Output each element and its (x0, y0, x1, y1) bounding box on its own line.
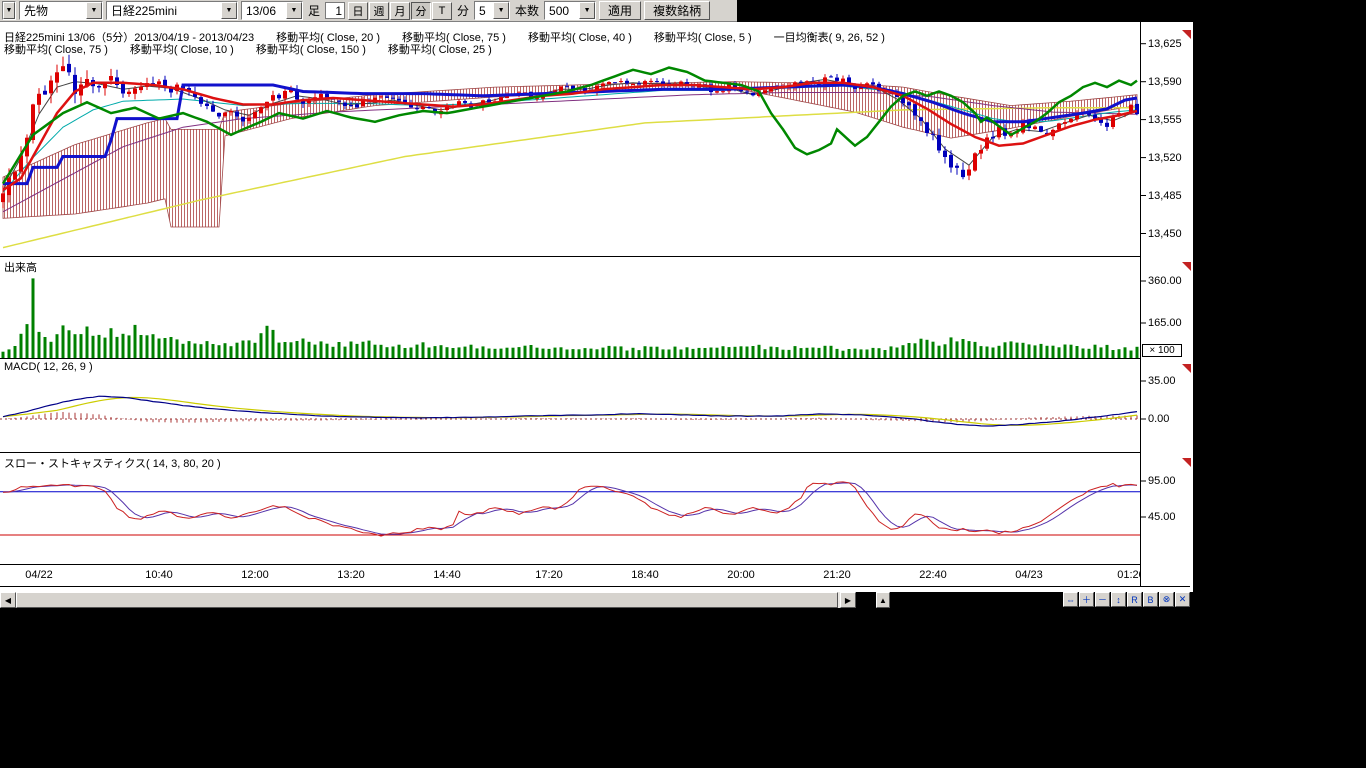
vertical-zoom-button[interactable]: ↕ (1111, 592, 1126, 607)
indicator-label: 移動平均( Close, 10 ) (130, 41, 234, 57)
bar-count-value: 500 (549, 4, 569, 18)
x-axis-label: 20:00 (727, 569, 755, 581)
bar-count-label: 本数 (513, 2, 541, 19)
left-arrow-icon: ◀ (5, 596, 11, 605)
y-axis-label: 13,625 (1148, 38, 1182, 50)
indicator-label: 移動平均( Close, 5 ) (654, 29, 752, 45)
y-axis-label: 13,520 (1148, 152, 1182, 164)
chevron-down-icon: ▼ (221, 2, 237, 19)
interval-day-button[interactable]: 日 (348, 2, 368, 20)
symbol-value: 日経225mini (111, 2, 177, 19)
x-axis-label: 14:40 (433, 569, 461, 581)
indicator-label: 移動平均( Close, 150 ) (256, 41, 366, 57)
x-axis-label: 18:40 (631, 569, 659, 581)
x-axis-label: 13:20 (337, 569, 365, 581)
scrollbar-thumb[interactable] (16, 592, 838, 608)
macd-panel-label: MACD( 12, 26, 9 ) (4, 361, 93, 373)
x-axis-label: 17:20 (535, 569, 563, 581)
y-axis-label: 95.00 (1148, 475, 1176, 487)
interval-month-button[interactable]: 月 (390, 2, 410, 20)
zoom-in-button[interactable]: ＋ (1079, 592, 1094, 607)
horizontal-scrollbar: ◀ ▶ ▲ ⇔＋－↕RB⊗✕ (0, 592, 1193, 608)
x-axis-label: 22:40 (919, 569, 947, 581)
apply-button[interactable]: 適用 (599, 1, 641, 20)
b-tool-button[interactable]: B (1143, 592, 1158, 607)
y-axis-label: 13,555 (1148, 114, 1182, 126)
y-axis-label: 13,590 (1148, 76, 1182, 88)
indicator-label: 移動平均( Close, 75 ) (4, 41, 108, 57)
category-value: 先物 (24, 2, 48, 19)
contract-value: 13/06 (246, 4, 276, 18)
close-tool-button[interactable]: ✕ (1175, 592, 1190, 607)
r-tool-button[interactable]: R (1127, 592, 1142, 607)
symbol-select[interactable]: 日経225mini ▼ (106, 1, 238, 20)
chevron-down-icon: ▼ (579, 2, 595, 19)
y-axis-label: 35.00 (1148, 375, 1176, 387)
minute-count-select[interactable]: 5 ▼ (474, 1, 510, 20)
chart-tool-buttons: ⇔＋－↕RB⊗✕ (1063, 592, 1190, 607)
y-axis-label: 13,450 (1148, 228, 1182, 240)
volume-panel-label: 出来高 (4, 259, 37, 275)
chevron-down-icon: ▼ (3, 2, 15, 19)
multi-symbol-button[interactable]: 複数銘柄 (644, 1, 710, 20)
minute-label: 分 (455, 2, 471, 19)
mark-tool-button[interactable]: ⊗ (1159, 592, 1174, 607)
interval-input[interactable] (325, 2, 345, 19)
pan-left-right-button[interactable]: ⇔ (1063, 592, 1078, 607)
indicator-label: 移動平均( Close, 40 ) (528, 29, 632, 45)
interval-week-button[interactable]: 週 (369, 2, 389, 20)
toolbar-mini-dropdown[interactable]: ▼ (2, 1, 16, 20)
x-axis-label: 10:40 (145, 569, 173, 581)
pane-up-button[interactable]: ▲ (876, 592, 890, 608)
bar-count-select[interactable]: 500 ▼ (544, 1, 596, 20)
interval-minute-button[interactable]: 分 (411, 2, 431, 20)
time-axis: 04/22 10:40 12:00 13:20 14:40 17:20 18:40 20:00… (0, 569, 1140, 583)
y-axis-label: 45.00 (1148, 511, 1176, 523)
stochastics-panel-label: スロー・ストキャスティクス( 14, 3, 80, 20 ) (4, 455, 221, 471)
chevron-down-icon: ▼ (493, 2, 509, 19)
y-axis-label: 13,485 (1148, 190, 1182, 202)
minute-count-value: 5 (479, 4, 486, 18)
interval-button-group: 日週月分T (348, 2, 452, 20)
y-axis-label: 360.00 (1148, 275, 1182, 287)
chevron-down-icon: ▼ (86, 2, 102, 19)
x-axis-label: 04/23 (1015, 569, 1043, 581)
y-axis-label: 0.00 (1148, 413, 1169, 425)
price-axis: 13,625 13,590 13,555 13,520 13,485 13,450 360.… (1141, 0, 1193, 590)
chart-canvas[interactable] (0, 0, 1193, 590)
indicator-label: 移動平均( Close, 25 ) (388, 41, 492, 57)
chart-app-window: 日経225mini 13/06（5分）2013/04/19 - 2013/04/… (0, 0, 1193, 608)
chevron-down-icon: ▼ (286, 2, 302, 19)
up-arrow-icon: ▲ (879, 596, 887, 605)
scrollbar-track[interactable] (16, 592, 840, 608)
top-toolbar: ▼ 先物 ▼ 日経225mini ▼ 13/06 ▼ 足 日週月分T 分 5 ▼… (0, 0, 737, 22)
right-arrow-icon: ▶ (845, 596, 851, 605)
chart-region: 日経225mini 13/06（5分）2013/04/19 - 2013/04/… (0, 0, 1193, 592)
zoom-out-button[interactable]: － (1095, 592, 1110, 607)
ashi-label: 足 (306, 2, 322, 19)
x-axis-label: 12:00 (241, 569, 269, 581)
chart-header-line2: 移動平均( Close, 75 ) 移動平均( Close, 10 ) 移動平均… (4, 41, 492, 57)
contract-month-select[interactable]: 13/06 ▼ (241, 1, 303, 20)
interval-tick-button[interactable]: T (432, 2, 452, 20)
scroll-left-button[interactable]: ◀ (0, 592, 16, 608)
x-axis-label: 04/22 (25, 569, 53, 581)
toolbar-row: ▼ 先物 ▼ 日経225mini ▼ 13/06 ▼ 足 日週月分T 分 5 ▼… (0, 0, 1193, 22)
x-axis-label: 21:20 (823, 569, 851, 581)
category-select[interactable]: 先物 ▼ (19, 1, 103, 20)
y-axis-label: 165.00 (1148, 317, 1182, 329)
indicator-label: 一目均衡表( 9, 26, 52 ) (774, 29, 885, 45)
x-axis-label: 01:20 (1117, 569, 1140, 581)
scroll-right-button[interactable]: ▶ (840, 592, 856, 608)
